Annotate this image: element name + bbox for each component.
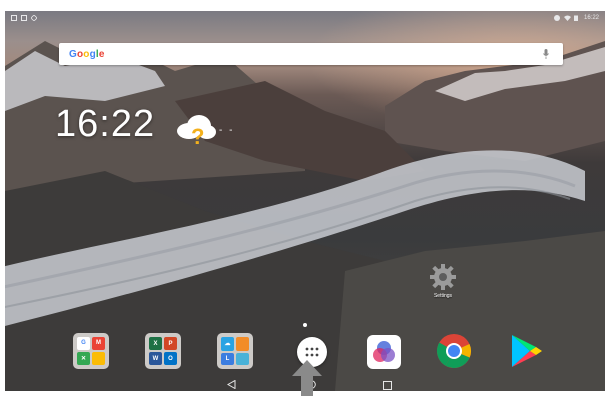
google-logo-letter: e (98, 48, 105, 60)
outlook-mini-icon: O (164, 352, 177, 365)
maps-mini-icon: ✕ (77, 351, 90, 365)
powerpoint-mini-icon: P (164, 337, 177, 350)
tools-mini-icon (236, 337, 249, 351)
pointer-arrow-icon (292, 360, 322, 396)
drive-mini-icon (92, 351, 105, 365)
notification-icon (11, 14, 17, 21)
mic-icon[interactable] (541, 48, 551, 60)
alarm-icon (553, 14, 560, 21)
play-store-icon[interactable] (508, 333, 544, 369)
files-mini-icon (236, 352, 249, 365)
gmail-mini-icon: M (92, 337, 105, 350)
gear-icon (430, 264, 456, 290)
image-icon (21, 14, 27, 21)
clock-widget-time[interactable]: 16:22 (55, 103, 155, 146)
calendar-mini-icon: L (221, 352, 234, 365)
recent-square-icon[interactable] (383, 381, 392, 390)
google-logo-letter: G (69, 48, 77, 60)
weather-unknown-icon[interactable]: ? (171, 111, 221, 145)
wifi-icon (563, 15, 571, 21)
wallpaper-glacier (5, 150, 585, 326)
chrome-icon[interactable] (436, 333, 472, 369)
utilities-folder-icon[interactable]: ☁ L (217, 333, 253, 369)
google-search-bar[interactable]: Google (59, 43, 563, 65)
svg-text:?: ? (191, 124, 204, 145)
page-indicator-dot (303, 323, 307, 327)
office-folder-icon[interactable]: X P W O (145, 333, 181, 369)
google-logo: Google (69, 49, 105, 60)
color-lens-icon[interactable] (367, 335, 401, 369)
status-time: 16:22 (583, 14, 599, 21)
status-left-icons (11, 13, 38, 22)
settings-label: Settings (433, 293, 453, 299)
excel-mini-icon: X (149, 337, 162, 350)
weather-temperature: - - (219, 125, 235, 136)
back-triangle-icon[interactable] (227, 380, 236, 389)
word-mini-icon: W (149, 352, 162, 365)
battery-icon (573, 15, 580, 21)
settings-shortcut[interactable]: Settings (423, 263, 463, 299)
status-right-icons: 16:22 (553, 14, 599, 21)
status-bar: 16:22 (5, 11, 605, 24)
home-screen: 16:22 Google 16:22 ? - - Settings G M ✕ … (5, 11, 605, 391)
signal-question-icon (30, 13, 38, 22)
cloud-mini-icon: ☁ (221, 337, 234, 351)
google-app-mini-icon: G (77, 337, 90, 350)
google-apps-folder-icon[interactable]: G M ✕ (73, 333, 109, 369)
